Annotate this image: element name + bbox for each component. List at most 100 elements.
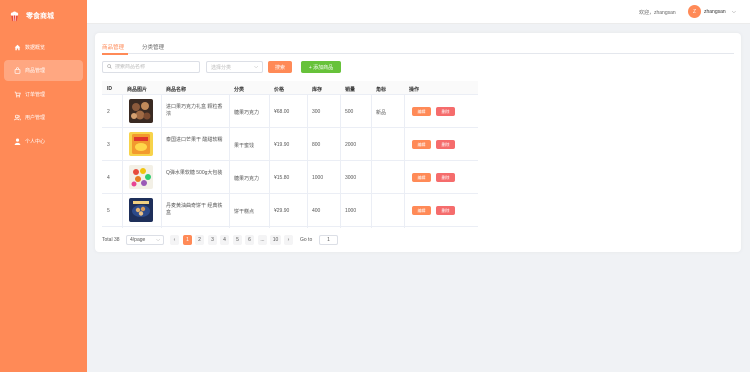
- cell-stock: 1000: [312, 175, 324, 181]
- chevron-down-icon: ⌵: [156, 237, 160, 243]
- username[interactable]: zhangsan: [704, 9, 726, 15]
- avatar[interactable]: Z: [688, 5, 701, 18]
- column-header-price: 价格: [274, 87, 285, 93]
- column-header-category: 分类: [234, 87, 245, 93]
- cell-name: 进口果巧克力礼盒 颗粒香浓: [166, 104, 223, 117]
- chevron-down-icon: ⌵: [254, 64, 258, 70]
- sidebar-item-profile[interactable]: 个人中心: [4, 131, 83, 152]
- cell-category: 果干蜜饯: [234, 143, 255, 149]
- page-size-value: 4/page: [130, 237, 146, 243]
- home-icon: [13, 44, 21, 52]
- bag-icon: [13, 67, 21, 75]
- cell-sales: 3000: [345, 175, 357, 181]
- table-row: 4 Q弹水果软糖 500g大包装 糖果巧克力 ¥15.80 1000 3000 …: [102, 161, 478, 194]
- sidebar-item-label: 订单管理: [25, 92, 46, 98]
- delete-button[interactable]: 删除: [436, 173, 455, 182]
- users-icon: [13, 114, 21, 122]
- page-button[interactable]: 1: [183, 235, 192, 245]
- sidebar-item-users[interactable]: 用户管理: [4, 107, 83, 128]
- tabs: 商品管理 分类管理: [102, 41, 734, 55]
- cell-id: 5: [107, 208, 110, 214]
- tab-categories[interactable]: 分类管理: [142, 43, 164, 51]
- cell-stock: 300: [312, 109, 321, 115]
- edit-button[interactable]: 编辑: [412, 173, 431, 182]
- page-button[interactable]: 6: [245, 235, 254, 245]
- total-count: Total 38: [102, 237, 120, 243]
- cell-stock: 800: [312, 142, 321, 148]
- cell-stock: 400: [312, 208, 321, 214]
- main-card: 商品管理 分类管理 选择分类 ⌵ 搜索 + 添加商品 ID 商品图片 商品名称 …: [95, 33, 741, 252]
- delete-button[interactable]: 删除: [436, 107, 455, 116]
- cell-id: 4: [107, 175, 110, 181]
- page-button[interactable]: 5: [233, 235, 242, 245]
- page-button[interactable]: 3: [208, 235, 217, 245]
- tab-active-indicator: [102, 53, 128, 55]
- column-header-image: 商品图片: [127, 87, 148, 93]
- product-image: [129, 165, 153, 189]
- add-product-button[interactable]: + 添加商品: [301, 61, 341, 73]
- delete-button[interactable]: 删除: [436, 140, 455, 149]
- column-header-id: ID: [107, 86, 112, 92]
- category-select[interactable]: 选择分类 ⌵: [206, 61, 263, 73]
- sidebar: 零食商城 数据概览 商品管理 订单管理 用户管理 个人中心: [0, 0, 87, 372]
- products-table: ID 商品图片 商品名称 分类 价格 库存 销量 角标 操作 2 进口果巧克力礼…: [102, 81, 478, 228]
- column-header-badge: 角标: [376, 87, 387, 93]
- user-icon: [13, 138, 21, 146]
- cell-sales: 1000: [345, 208, 357, 214]
- table-row: 3 泰国进口芒果干 酸甜软糯 果干蜜饯 ¥19.90 800 2000 编辑 删…: [102, 128, 478, 161]
- page-size-select[interactable]: 4/page ⌵: [126, 235, 164, 245]
- page-button[interactable]: 2: [195, 235, 204, 245]
- more-pages-button[interactable]: ...: [258, 235, 267, 245]
- topbar: 欢迎，zhangsan Z zhangsan ⌵: [87, 0, 750, 24]
- column-header-actions: 操作: [409, 87, 420, 93]
- sidebar-item-label: 数据概览: [25, 45, 46, 51]
- edit-button[interactable]: 编辑: [412, 107, 431, 116]
- sidebar-item-label: 商品管理: [25, 68, 46, 74]
- sidebar-item-orders[interactable]: 订单管理: [4, 84, 83, 105]
- search-button[interactable]: 搜索: [268, 61, 292, 73]
- cell-sales: 2000: [345, 142, 357, 148]
- product-image: [129, 132, 153, 156]
- cart-icon: [13, 91, 21, 99]
- goto-page-input[interactable]: 1: [319, 235, 338, 245]
- product-image: [129, 99, 153, 123]
- page-button[interactable]: 10: [270, 235, 281, 245]
- cell-id: 3: [107, 142, 110, 148]
- popcorn-icon: [8, 10, 20, 22]
- cell-category: 糖果巧克力: [234, 110, 260, 116]
- cell-category: 糖果巧克力: [234, 176, 260, 182]
- cell-name: 丹麦黄油曲奇饼干 经典铁盒: [166, 203, 223, 216]
- edit-button[interactable]: 编辑: [412, 206, 431, 215]
- tab-products[interactable]: 商品管理: [102, 43, 124, 51]
- cell-category: 饼干糕点: [234, 209, 255, 215]
- next-page-button[interactable]: ›: [284, 235, 293, 245]
- sidebar-item-label: 个人中心: [25, 139, 46, 145]
- cell-price: ¥15.80: [274, 175, 290, 181]
- search-field[interactable]: [102, 61, 200, 73]
- delete-button[interactable]: 删除: [436, 206, 455, 215]
- cell-price: ¥19.90: [274, 142, 290, 148]
- page-button[interactable]: 4: [220, 235, 229, 245]
- category-select-placeholder: 选择分类: [211, 64, 232, 71]
- cell-name: Q弹水果软糖 500g大包装: [166, 170, 223, 176]
- cell-badge: 新品: [376, 110, 387, 116]
- table-row: 2 进口果巧克力礼盒 颗粒香浓 糖果巧克力 ¥68.00 300 500 新品 …: [102, 95, 478, 128]
- sidebar-item-dashboard[interactable]: 数据概览: [4, 37, 83, 58]
- cell-name: 泰国进口芒果干 酸甜软糯: [166, 137, 223, 143]
- table-header: ID 商品图片 商品名称 分类 价格 库存 销量 角标 操作: [102, 81, 478, 95]
- prev-page-button[interactable]: ‹: [170, 235, 179, 245]
- sidebar-item-label: 用户管理: [25, 115, 46, 121]
- brand-name: 零食商城: [26, 13, 54, 20]
- chevron-down-icon[interactable]: ⌵: [732, 9, 736, 15]
- cell-price: ¥68.00: [274, 109, 290, 115]
- column-header-sales: 销量: [345, 87, 356, 93]
- search-input[interactable]: [115, 64, 195, 70]
- cell-price: ¥29.90: [274, 208, 290, 214]
- product-image: [129, 198, 153, 222]
- cell-id: 2: [107, 109, 110, 115]
- edit-button[interactable]: 编辑: [412, 140, 431, 149]
- goto-label: Go to: [300, 237, 313, 243]
- cell-sales: 500: [345, 109, 354, 115]
- column-header-stock: 库存: [312, 87, 323, 93]
- sidebar-item-products[interactable]: 商品管理: [4, 60, 83, 81]
